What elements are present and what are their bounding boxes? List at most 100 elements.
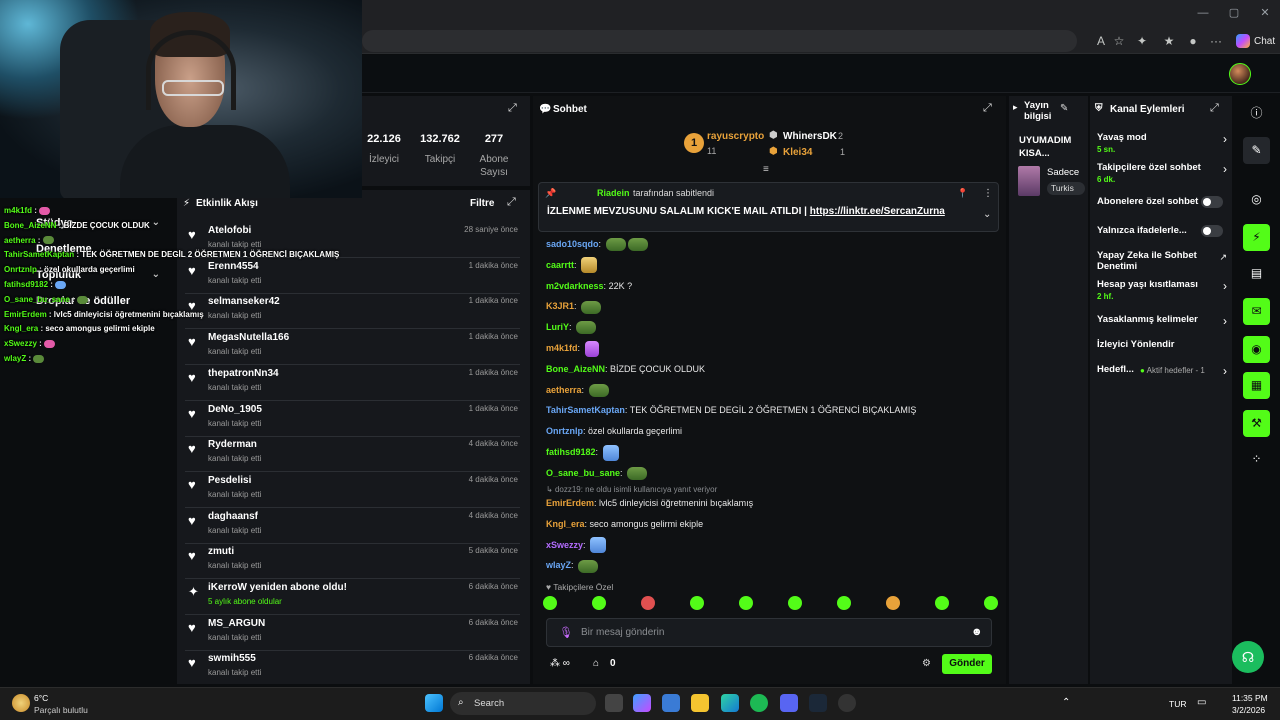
document-icon[interactable]: ▤ (1243, 260, 1270, 287)
mic-icon[interactable]: 🎙 (559, 626, 573, 639)
language-tag[interactable]: Turkis (1047, 182, 1085, 195)
taskbar-search[interactable]: ⌕ Search (450, 692, 596, 715)
category-name[interactable]: Sadece (1047, 167, 1079, 178)
category-thumbnail[interactable] (1018, 166, 1040, 196)
feed-event[interactable]: ♥ MS_ARGUN kanalı takip etti 6 dakika önce (185, 615, 520, 651)
chevron-down-icon[interactable]: ⌄ (983, 209, 991, 220)
chat-message[interactable]: xSwezzy: (546, 535, 607, 555)
chat-username[interactable]: m2vdarkness (546, 281, 604, 291)
chat-username[interactable]: sado10sqdo (546, 239, 599, 249)
popout-icon[interactable]: ⤢ (1210, 102, 1219, 115)
chat-message[interactable]: Kngl_era: seco amongus gelirmi ekiple (546, 514, 703, 534)
minimize-icon[interactable]: — (1196, 6, 1210, 20)
channel-action[interactable]: Yasaklanmış kelimeler › (1097, 314, 1227, 327)
toggle-switch[interactable] (1201, 225, 1223, 237)
channel-action[interactable]: Hesap yaşı kısıtlaması 2 hf. › (1097, 279, 1227, 302)
info-icon[interactable]: ⓘ (1243, 100, 1270, 127)
popout-icon[interactable]: ⤢ (983, 102, 992, 115)
wrench-icon[interactable]: ⚒ (1243, 410, 1270, 437)
quick-emote[interactable] (592, 596, 606, 610)
profile-icon[interactable]: ● (1184, 32, 1202, 50)
popout-icon[interactable]: ⤢ (507, 196, 516, 209)
chat-message[interactable]: Onrtznlp: özel okullarda geçerlimi (546, 421, 682, 441)
broadcast-icon[interactable]: ◉ (1243, 336, 1270, 363)
favorite-star-icon[interactable]: ☆ (1110, 32, 1128, 50)
weather-icon[interactable] (12, 694, 30, 712)
chat-message[interactable]: TahirSametKaptan: TEK ÖĞRETMEN DE DEGİL … (546, 400, 916, 420)
chat-message[interactable]: sado10sqdo: (546, 234, 648, 254)
channel-action[interactable]: Yapay Zeka ile Sohbet Denetimi ↗ (1097, 250, 1227, 272)
settings-gear-icon[interactable]: ⚙ (922, 658, 931, 669)
clock-time[interactable]: 11:35 PM (1232, 693, 1268, 703)
popout-icon[interactable]: ⤢ (508, 102, 517, 115)
edge-browser-icon[interactable] (721, 694, 739, 712)
close-icon[interactable]: ✕ (1258, 6, 1272, 20)
chat-icon[interactable]: ✉ (1243, 298, 1270, 325)
chat-username[interactable]: m4k1fd (546, 343, 578, 353)
feed-event[interactable]: ♥ Erenn4554 kanalı takip etti 1 dakika önce (185, 258, 520, 294)
extensions-icon[interactable]: ✦ (1133, 32, 1151, 50)
channel-action[interactable]: Hedefl... ● Aktif hedefler - 1 › (1097, 364, 1227, 377)
feed-event[interactable]: ♥ DeNo_1905 kanalı takip etti 1 dakika önce (185, 401, 520, 437)
leader-third-name[interactable]: Klei34 (783, 147, 812, 158)
file-explorer-icon[interactable] (691, 694, 709, 712)
more-options-icon[interactable]: ··· (1207, 32, 1225, 50)
channel-action[interactable]: Yalnızca ifadelerle... (1097, 225, 1227, 237)
favorites-icon[interactable]: ★ (1160, 32, 1178, 50)
chat-message[interactable]: O_sane_bu_sane: (546, 463, 648, 483)
chat-message[interactable]: EmirErdem: lvlc5 dinleyicisi öğretmenini… (546, 493, 753, 513)
toggle-switch[interactable] (1201, 196, 1223, 208)
maximize-icon[interactable]: ▢ (1227, 6, 1241, 20)
filter-button[interactable]: Filtre (470, 198, 494, 209)
feed-event[interactable]: ♥ daghaansf kanalı takip etti 4 dakika önce (185, 508, 520, 544)
chat-message[interactable]: K3JR1: (546, 296, 602, 316)
feed-event[interactable]: ✦ iKerroW yeniden abone oldu! 5 aylık abon… (185, 579, 520, 615)
chat-message[interactable]: m4k1fd: (546, 338, 599, 358)
channel-action[interactable]: İzleyici Yönlendir (1097, 339, 1227, 350)
channel-action[interactable]: Takipçilere özel sohbet 6 dk. › (1097, 162, 1227, 185)
quick-emote[interactable] (984, 596, 998, 610)
chat-message[interactable]: caarrtt: (546, 255, 598, 275)
chat-username[interactable]: Bone_AizeNN (546, 364, 605, 374)
expand-menu-icon[interactable]: ≡ (763, 164, 769, 175)
store-icon[interactable]: ⌂ (593, 658, 599, 669)
task-view-icon[interactable] (605, 694, 623, 712)
chat-username[interactable]: Onrtznlp (546, 426, 583, 436)
chat-message[interactable]: Bone_AizeNN: BİZDE ÇOCUK OLDUK (546, 359, 705, 379)
tray-chevron-icon[interactable]: ⌃ (1062, 697, 1070, 708)
copilot-app-icon[interactable] (633, 694, 651, 712)
chat-username[interactable]: caarrtt (546, 260, 574, 270)
language-indicator[interactable]: TUR (1169, 699, 1186, 709)
read-aloud-icon[interactable]: A (1092, 32, 1110, 50)
kebab-menu-icon[interactable]: ⋮ (983, 188, 993, 199)
chat-username[interactable]: TahirSametKaptan (546, 405, 625, 415)
start-windows-icon[interactable] (425, 694, 443, 712)
chat-username[interactable]: aetherra (546, 385, 582, 395)
unpin-icon[interactable]: 📍 (957, 188, 968, 199)
feed-event[interactable]: ♥ thepatronNn34 kanalı takip etti 1 dakika … (185, 365, 520, 401)
quick-emote[interactable] (641, 596, 655, 610)
chat-message[interactable]: m2vdarkness: 22K ? (546, 276, 632, 296)
feed-event[interactable]: ♥ selmanseker42 kanalı takip etti 1 dakika … (185, 293, 520, 330)
chat-username[interactable]: LuriY (546, 322, 569, 332)
quick-emote[interactable] (837, 596, 851, 610)
support-chat-button[interactable]: ☊ (1232, 641, 1264, 673)
chat-username[interactable]: xSwezzy (546, 540, 583, 550)
chat-username[interactable]: Kngl_era (546, 519, 585, 529)
send-button[interactable]: Gönder (942, 654, 992, 674)
feed-event[interactable]: ♥ swmih555 kanalı takip etti 6 dakika önce (185, 650, 520, 684)
discord-icon[interactable] (780, 694, 798, 712)
feed-event[interactable]: ♥ Pesdelisi kanalı takip etti 4 dakika önce (185, 472, 520, 508)
spotify-icon[interactable] (750, 694, 768, 712)
leader-second-name[interactable]: WhinersDK (783, 131, 837, 142)
bolt-icon[interactable]: ⚡ (1243, 224, 1270, 251)
camera-icon[interactable]: ◎ (1243, 186, 1270, 213)
recording-app-icon[interactable] (838, 694, 856, 712)
network-icon[interactable]: ▭ (1197, 697, 1206, 708)
chat-username[interactable]: O_sane_bu_sane (546, 468, 620, 478)
address-bar[interactable] (362, 30, 1077, 52)
user-avatar[interactable] (1229, 63, 1251, 85)
chat-message[interactable]: aetherra: (546, 380, 609, 400)
feed-event[interactable]: ♥ Ryderman kanalı takip etti 4 dakika önce (185, 436, 520, 473)
pinned-link[interactable]: https://linktr.ee/SercanZurna (810, 206, 945, 217)
